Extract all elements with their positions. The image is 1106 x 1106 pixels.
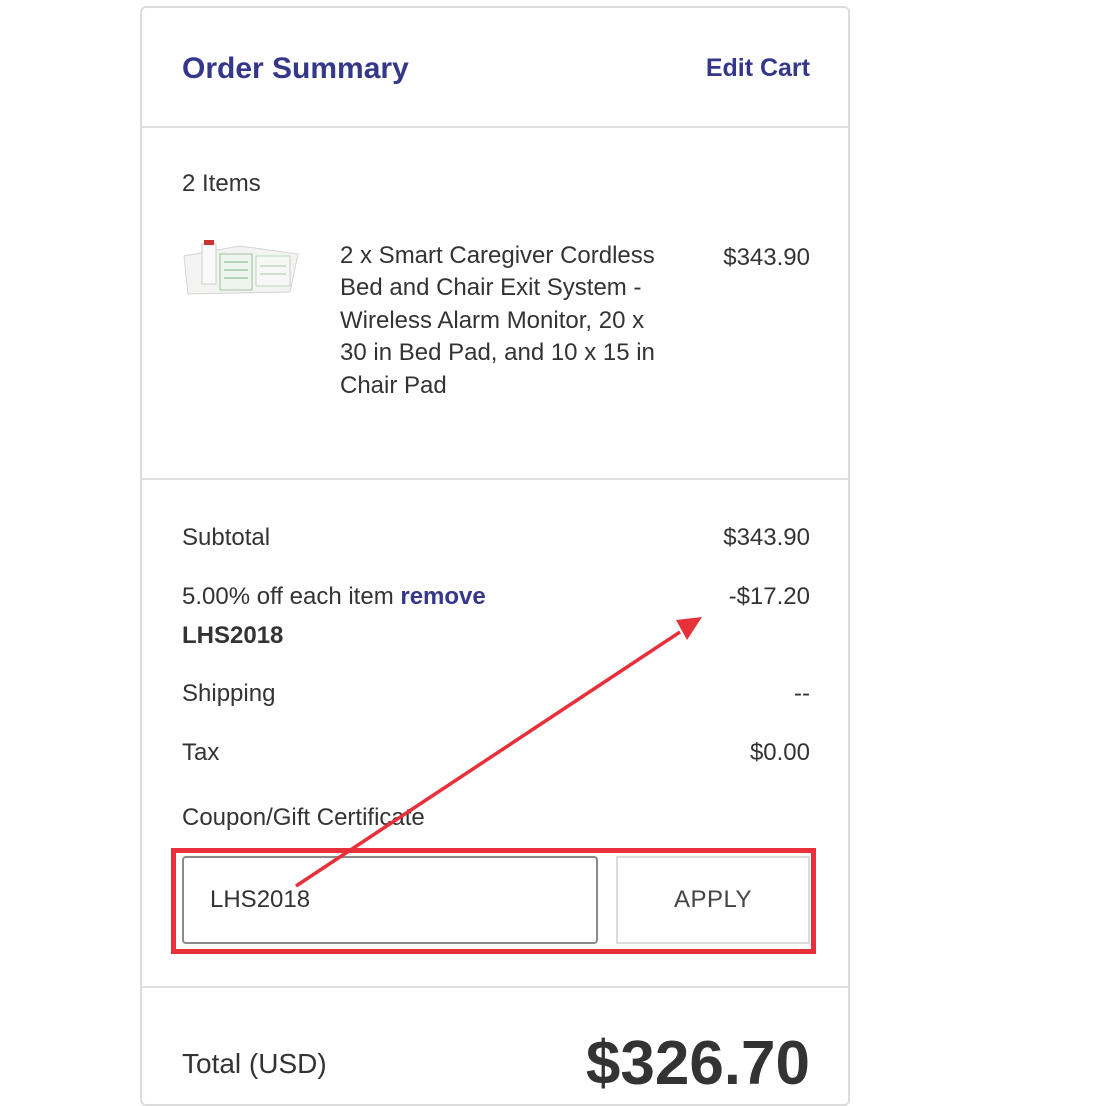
coupon-label: Coupon/Gift Certificate [182, 804, 425, 831]
discount-value: -$17.20 [728, 583, 810, 610]
shipping-label: Shipping [182, 680, 276, 707]
subtotal-value: $343.90 [723, 524, 810, 551]
order-summary-title: Order Summary [182, 52, 409, 85]
coupon-input[interactable]: LHS2018 [182, 856, 598, 944]
apply-coupon-button[interactable]: APPLY [616, 856, 810, 944]
tax-label: Tax [182, 739, 220, 766]
subtotal-label: Subtotal [182, 524, 271, 551]
order-summary-card: Order Summary Edit Cart 2 Items 2 x Smar… [140, 6, 850, 1106]
tax-value: $0.00 [749, 739, 810, 766]
divider [142, 986, 848, 988]
shipping-value: -- [794, 680, 810, 707]
edit-cart-link[interactable]: Edit Cart [706, 54, 810, 83]
product-name[interactable]: 2 x Smart Caregiver Cordless Bed and Cha… [340, 240, 660, 402]
discount-line: 5.00% off each item remove [182, 583, 486, 611]
total-value: $326.70 [585, 1029, 810, 1098]
discount-label: 5.00% off each item [182, 583, 394, 610]
product-price: $343.90 [723, 244, 810, 271]
total-label: Total (USD) [182, 1048, 327, 1079]
product-thumbnail [183, 240, 299, 295]
remove-discount-link[interactable]: remove [400, 583, 485, 610]
divider [142, 478, 848, 480]
divider [142, 126, 848, 128]
discount-code: LHS2018 [182, 622, 284, 649]
items-count: 2 Items [182, 170, 261, 197]
